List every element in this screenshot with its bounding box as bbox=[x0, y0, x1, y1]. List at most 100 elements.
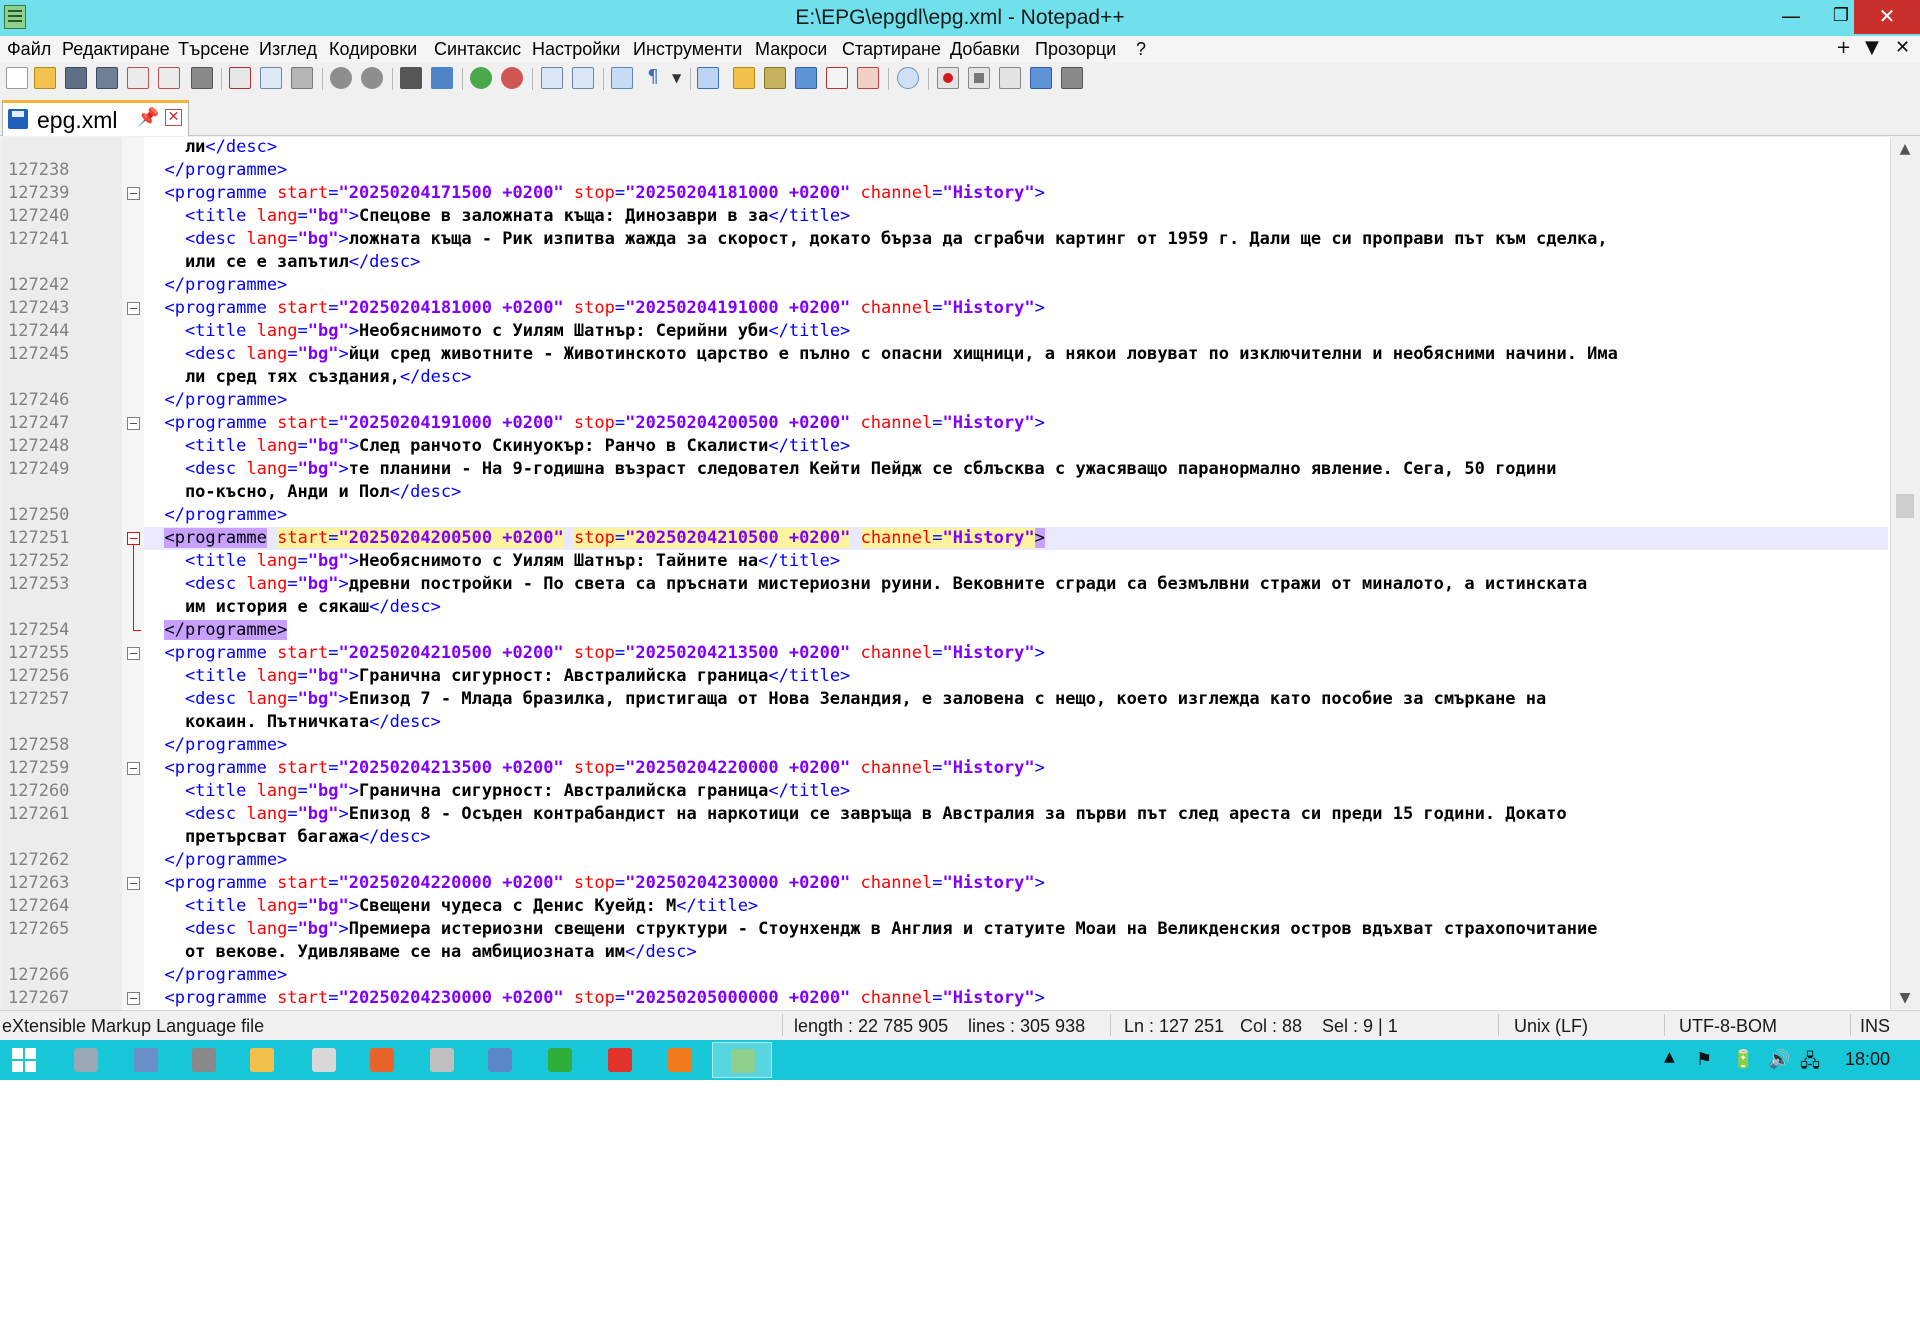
undo-icon[interactable] bbox=[330, 67, 352, 89]
code-line[interactable]: <title lang="bg">Необяснимото с Уилям Ша… bbox=[144, 550, 1888, 573]
paste-icon[interactable] bbox=[291, 67, 313, 89]
code-line[interactable]: <desc lang="bg">Епизод 8 - Осъден контра… bbox=[144, 803, 1888, 826]
code-line[interactable]: <programme start="20250204220000 +0200" … bbox=[144, 872, 1888, 895]
doc-map-icon[interactable] bbox=[764, 67, 786, 89]
replace-icon[interactable] bbox=[431, 67, 453, 89]
code-line[interactable]: <title lang="bg">Гранична сигурност: Авс… bbox=[144, 665, 1888, 688]
code-line[interactable]: <title lang="bg">Необяснимото с Уилям Ша… bbox=[144, 320, 1888, 343]
status-sel[interactable]: Sel : 9 | 1 bbox=[1322, 1016, 1398, 1037]
menu-search[interactable]: Търсене bbox=[178, 39, 249, 60]
taskbar-app-paint[interactable] bbox=[412, 1042, 472, 1078]
play-macro-icon[interactable] bbox=[999, 67, 1021, 89]
save-all-icon[interactable] bbox=[96, 67, 118, 89]
code-line[interactable]: ли</desc> bbox=[144, 137, 1888, 159]
taskbar-app-calculator-grid[interactable] bbox=[174, 1042, 234, 1078]
menu-file[interactable]: Файл bbox=[7, 39, 51, 60]
code-line[interactable]: <desc lang="bg">йци сред животните - Жив… bbox=[144, 343, 1888, 366]
system-clock[interactable]: 18:00 bbox=[1845, 1049, 1890, 1070]
code-line[interactable]: <desc lang="bg">те планини - На 9-годишн… bbox=[144, 458, 1888, 481]
scroll-down-icon[interactable]: ▼ bbox=[1891, 990, 1918, 1006]
taskbar-app-firefox[interactable] bbox=[352, 1042, 412, 1078]
code-line[interactable]: <title lang="bg">Свещени чудеса с Денис … bbox=[144, 895, 1888, 918]
fold-toggle-icon[interactable] bbox=[127, 647, 140, 660]
print-icon[interactable] bbox=[191, 67, 213, 89]
menu-plugins[interactable]: Добавки bbox=[950, 39, 1020, 60]
taskbar-app-anydesk[interactable] bbox=[590, 1042, 650, 1078]
code-line[interactable]: </programme> bbox=[144, 274, 1888, 297]
new-file-icon[interactable] bbox=[6, 67, 28, 89]
code-line[interactable]: или се е запътил</desc> bbox=[144, 251, 1888, 274]
minimize-button[interactable]: — bbox=[1766, 0, 1816, 34]
code-line[interactable]: по-късно, Анди и Пол</desc> bbox=[144, 481, 1888, 504]
save-macro-icon[interactable] bbox=[1061, 67, 1083, 89]
pin-icon[interactable]: 📌 bbox=[137, 107, 159, 128]
battery-icon[interactable]: 🔋 bbox=[1732, 1049, 1754, 1070]
status-ln[interactable]: Ln : 127 251 bbox=[1124, 1016, 1224, 1037]
function-list-icon[interactable] bbox=[826, 67, 848, 89]
taskbar-app-notepadpp[interactable] bbox=[712, 1042, 772, 1078]
taskbar-app-utorrent[interactable] bbox=[530, 1042, 590, 1078]
editor[interactable]: 127238 127239 127240 127241 127242 127243 1272… bbox=[2, 137, 1918, 1010]
code-line[interactable]: </programme> bbox=[144, 964, 1888, 987]
code-line[interactable]: </programme> bbox=[144, 619, 1888, 642]
fold-toggle-icon[interactable] bbox=[127, 417, 140, 430]
vertical-scrollbar[interactable]: ▲ ▼ bbox=[1890, 137, 1918, 1010]
code-line[interactable]: <desc lang="bg">ложната къща - Рик изпит… bbox=[144, 228, 1888, 251]
zoom-out-icon[interactable] bbox=[501, 67, 523, 89]
menu-settings[interactable]: Настройки bbox=[532, 39, 620, 60]
tab-close-icon[interactable]: ✕ bbox=[165, 109, 182, 126]
menu-run[interactable]: Стартиране bbox=[842, 39, 941, 60]
taskbar-app-network[interactable] bbox=[116, 1042, 176, 1078]
menu-macro[interactable]: Макроси bbox=[755, 39, 827, 60]
show-hidden-icons-icon[interactable]: ▲ bbox=[1664, 1049, 1675, 1065]
code-line[interactable]: от векове. Удивляваме се на амбициозната… bbox=[144, 941, 1888, 964]
code-line[interactable]: <desc lang="bg">Епизод 7 - Млада бразилк… bbox=[144, 688, 1888, 711]
menu-tools[interactable]: Инструменти bbox=[633, 39, 742, 60]
close-all-icon[interactable] bbox=[158, 67, 180, 89]
tab-epg-xml[interactable]: epg.xml 📌 ✕ bbox=[2, 100, 189, 136]
chevron-down-icon[interactable]: ▼ bbox=[672, 67, 686, 89]
sync-v-icon[interactable] bbox=[541, 67, 563, 89]
close-window-button[interactable]: ✕ bbox=[1854, 0, 1920, 34]
code-line[interactable]: кокаин. Пътничката</desc> bbox=[144, 711, 1888, 734]
close-icon[interactable] bbox=[127, 67, 149, 89]
close-document-icon[interactable]: ✕ bbox=[1895, 37, 1910, 58]
taskbar-app-computer[interactable] bbox=[56, 1042, 116, 1078]
redo-icon[interactable] bbox=[361, 67, 383, 89]
monitor-icon[interactable] bbox=[897, 67, 919, 89]
status-encoding[interactable]: UTF-8-BOM bbox=[1679, 1016, 1777, 1037]
fold-toggle-icon[interactable] bbox=[127, 532, 140, 545]
new-tab-plus-icon[interactable]: + bbox=[1836, 37, 1851, 58]
cut-icon[interactable] bbox=[229, 67, 251, 89]
taskbar-app-calculator[interactable] bbox=[294, 1042, 354, 1078]
taskbar-app-avast[interactable] bbox=[650, 1042, 710, 1078]
menu-language[interactable]: Синтаксис bbox=[434, 39, 521, 60]
code-line[interactable]: <programme start="20250204191000 +0200" … bbox=[144, 412, 1888, 435]
action-center-flag-icon[interactable]: ⚑ bbox=[1696, 1049, 1712, 1070]
code-area[interactable]: ли</desc> </programme> <programme start=… bbox=[144, 137, 1888, 1010]
stop-record-icon[interactable] bbox=[968, 67, 990, 89]
code-line[interactable]: <desc lang="bg">Премиера истериозни свещ… bbox=[144, 918, 1888, 941]
fold-toggle-icon[interactable] bbox=[127, 187, 140, 200]
code-line[interactable]: </programme> bbox=[144, 389, 1888, 412]
current-code-line[interactable]: <programme start="20250204200500 +0200" … bbox=[144, 527, 1888, 550]
run-macro-multiple-icon[interactable] bbox=[1030, 67, 1052, 89]
menu-view[interactable]: Изглед bbox=[259, 39, 317, 60]
volume-icon[interactable]: 🔊 bbox=[1768, 1049, 1790, 1070]
save-icon[interactable] bbox=[65, 67, 87, 89]
code-line[interactable]: им история е сякаш</desc> bbox=[144, 596, 1888, 619]
tab-list-down-icon[interactable]: ▼ bbox=[1865, 37, 1879, 58]
code-line[interactable]: <title lang="bg">Гранична сигурност: Авс… bbox=[144, 780, 1888, 803]
code-line[interactable]: <programme start="20250204213500 +0200" … bbox=[144, 757, 1888, 780]
code-line[interactable]: претърсват багажа</desc> bbox=[144, 826, 1888, 849]
udl-icon[interactable] bbox=[733, 67, 755, 89]
folder-workspace-icon[interactable] bbox=[857, 67, 879, 89]
sync-h-icon[interactable] bbox=[572, 67, 594, 89]
code-line[interactable]: <programme start="20250204210500 +0200" … bbox=[144, 642, 1888, 665]
windows-start-icon[interactable] bbox=[12, 1048, 36, 1072]
copy-icon[interactable] bbox=[260, 67, 282, 89]
code-line[interactable]: <desc lang="bg">древни постройки - По св… bbox=[144, 573, 1888, 596]
code-line[interactable]: <programme start="20250204230000 +0200" … bbox=[144, 987, 1888, 1010]
fold-toggle-icon[interactable] bbox=[127, 877, 140, 890]
fold-toggle-icon[interactable] bbox=[127, 762, 140, 775]
